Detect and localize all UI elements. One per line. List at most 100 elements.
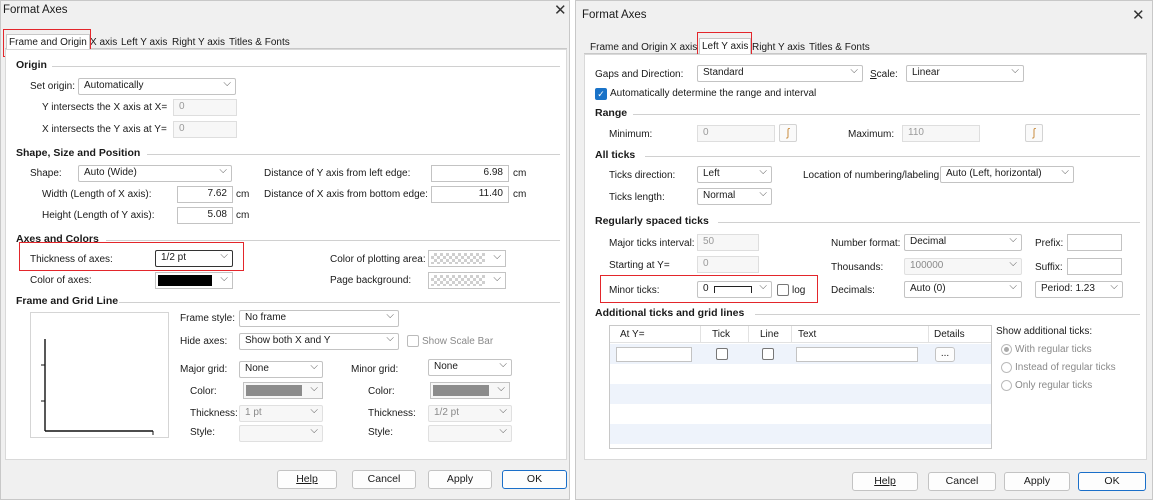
dist-bottom-input[interactable]: 11.40 <box>431 186 509 203</box>
location-label: Location of numbering/labeling: <box>803 170 942 181</box>
plot-area-color-label: Color of plotting area: <box>330 254 426 265</box>
starting-at-input[interactable]: 0 <box>697 256 759 273</box>
major-style-select[interactable]: ⌵ <box>239 425 323 442</box>
page-bg-label: Page background: <box>330 275 412 286</box>
minor-grid-select[interactable]: None ⌵ <box>428 359 512 376</box>
ok-button[interactable]: OK <box>502 470 567 489</box>
color-swatch <box>158 275 212 286</box>
major-grid-select[interactable]: None ⌵ <box>239 361 323 378</box>
major-grid-value: None <box>245 363 269 374</box>
width-input[interactable]: 7.62 <box>177 186 233 203</box>
chevron-down-icon: ⌵ <box>1110 281 1118 292</box>
col-divider <box>748 326 749 343</box>
page-bg-color-picker[interactable]: ⌵ <box>428 272 506 289</box>
chevron-down-icon: ⌵ <box>1009 258 1017 269</box>
help-button[interactable]: Help <box>277 470 337 489</box>
frame-style-value: No frame <box>245 312 287 323</box>
ticks-length-select[interactable]: Normal ⌵ <box>697 188 772 205</box>
dist-bottom-label: Distance of X axis from bottom edge: <box>264 189 428 200</box>
tab-x-axis[interactable]: X axis <box>668 40 699 55</box>
at-y-input[interactable] <box>616 347 692 362</box>
highlight-minor-ticks <box>600 275 818 303</box>
major-thickness-select[interactable]: 1 pt ⌵ <box>239 405 323 422</box>
major-thickness-label: Thickness: <box>190 408 238 419</box>
plot-area-color-picker[interactable]: ⌵ <box>428 250 506 267</box>
tab-frame-and-origin[interactable]: Frame and Origin <box>588 40 670 55</box>
text-input[interactable] <box>796 347 918 362</box>
chevron-down-icon: ⌵ <box>223 78 231 89</box>
cancel-button[interactable]: Cancel <box>352 470 416 489</box>
auto-range-checkbox[interactable]: ✓ <box>595 88 607 100</box>
major-interval-input[interactable]: 50 <box>697 234 759 251</box>
scale-select[interactable]: Linear ⌵ <box>906 65 1024 82</box>
prefix-input[interactable] <box>1067 234 1122 251</box>
details-button[interactable]: ... <box>935 347 955 362</box>
chevron-down-icon: ⌵ <box>1061 166 1069 177</box>
height-input[interactable]: 5.08 <box>177 207 233 224</box>
maximum-input[interactable]: 110 <box>902 125 980 142</box>
gaps-direction-select[interactable]: Standard ⌵ <box>697 65 863 82</box>
auto-range-label: Automatically determine the range and in… <box>610 88 817 99</box>
tick-checkbox[interactable] <box>716 348 728 360</box>
dist-left-input[interactable]: 6.98 <box>431 165 509 182</box>
minimum-input[interactable]: 0 <box>697 125 775 142</box>
help-button-label: Help <box>296 473 318 485</box>
set-origin-select[interactable]: Automatically ⌵ <box>78 78 236 95</box>
help-button[interactable]: Help <box>852 472 918 491</box>
divider <box>645 156 1140 157</box>
number-format-select[interactable]: Decimal ⌵ <box>904 234 1022 251</box>
hook-icon[interactable]: ʃ <box>1025 124 1043 142</box>
tab-right-y-axis[interactable]: Right Y axis <box>750 40 807 55</box>
suffix-input[interactable] <box>1067 258 1122 275</box>
chevron-down-icon: ⌵ <box>386 310 394 321</box>
ticks-direction-select[interactable]: Left ⌵ <box>697 166 772 183</box>
tab-right-y-axis[interactable]: Right Y axis <box>170 35 227 50</box>
location-select[interactable]: Auto (Left, horizontal) ⌵ <box>940 166 1074 183</box>
y-intersect-input[interactable]: 0 <box>173 99 237 116</box>
frame-style-select[interactable]: No frame ⌵ <box>239 310 399 327</box>
minor-style-select[interactable]: ⌵ <box>428 425 512 442</box>
divider <box>52 66 560 67</box>
cancel-button[interactable]: Cancel <box>928 472 996 491</box>
decimals-value: Auto (0) <box>910 283 946 294</box>
tab-titles-fonts[interactable]: Titles & Fonts <box>807 40 872 55</box>
radio-instead-of-regular-label: Instead of regular ticks <box>1015 362 1116 373</box>
ticks-direction-value: Left <box>703 168 720 179</box>
close-icon[interactable]: ✕ <box>1132 8 1145 23</box>
major-grid-label: Major grid: <box>180 364 228 375</box>
radio-with-regular[interactable] <box>1001 344 1012 355</box>
chevron-down-icon: ⌵ <box>310 383 318 394</box>
tab-left-y-axis[interactable]: Left Y axis <box>119 35 169 50</box>
minor-grid-color-picker[interactable]: ⌵ <box>430 382 510 399</box>
number-format-value: Decimal <box>910 236 947 247</box>
thousands-select[interactable]: 100000 ⌵ <box>904 258 1022 275</box>
minor-thickness-select[interactable]: 1/2 pt ⌵ <box>428 405 512 422</box>
ok-button[interactable]: OK <box>1078 472 1146 491</box>
axes-color-picker[interactable]: ⌵ <box>155 272 233 289</box>
chevron-down-icon: ⌵ <box>1009 281 1017 292</box>
radio-instead-of-regular[interactable] <box>1001 362 1012 373</box>
show-scale-bar-checkbox[interactable] <box>407 335 419 347</box>
tab-titles-fonts[interactable]: Titles & Fonts <box>227 35 292 50</box>
shape-select[interactable]: Auto (Wide) ⌵ <box>78 165 232 182</box>
hide-axes-select[interactable]: Show both X and Y ⌵ <box>239 333 399 350</box>
hook-icon[interactable]: ʃ <box>779 124 797 142</box>
apply-button[interactable]: Apply <box>1004 472 1070 491</box>
apply-button[interactable]: Apply <box>428 470 492 489</box>
starting-at-label: Starting at Y= <box>609 260 670 271</box>
period-select[interactable]: Period: 1.23 ⌵ <box>1035 281 1123 298</box>
x-intersect-input[interactable]: 0 <box>173 121 237 138</box>
radio-only-regular[interactable] <box>1001 380 1012 391</box>
line-checkbox[interactable] <box>762 348 774 360</box>
major-grid-color-picker[interactable]: ⌵ <box>243 382 323 399</box>
tab-x-axis[interactable]: X axis <box>88 35 119 50</box>
close-icon[interactable]: ✕ <box>554 3 567 18</box>
scale-value: Linear <box>912 67 940 78</box>
location-value: Auto (Left, horizontal) <box>946 168 1042 179</box>
number-format-label: Number format: <box>831 238 901 249</box>
show-additional-label: Show additional ticks: <box>996 326 1093 337</box>
chevron-down-icon: ⌵ <box>759 188 767 199</box>
highlight-thickness <box>19 242 244 271</box>
hide-axes-label: Hide axes: <box>180 336 228 347</box>
decimals-select[interactable]: Auto (0) ⌵ <box>904 281 1022 298</box>
